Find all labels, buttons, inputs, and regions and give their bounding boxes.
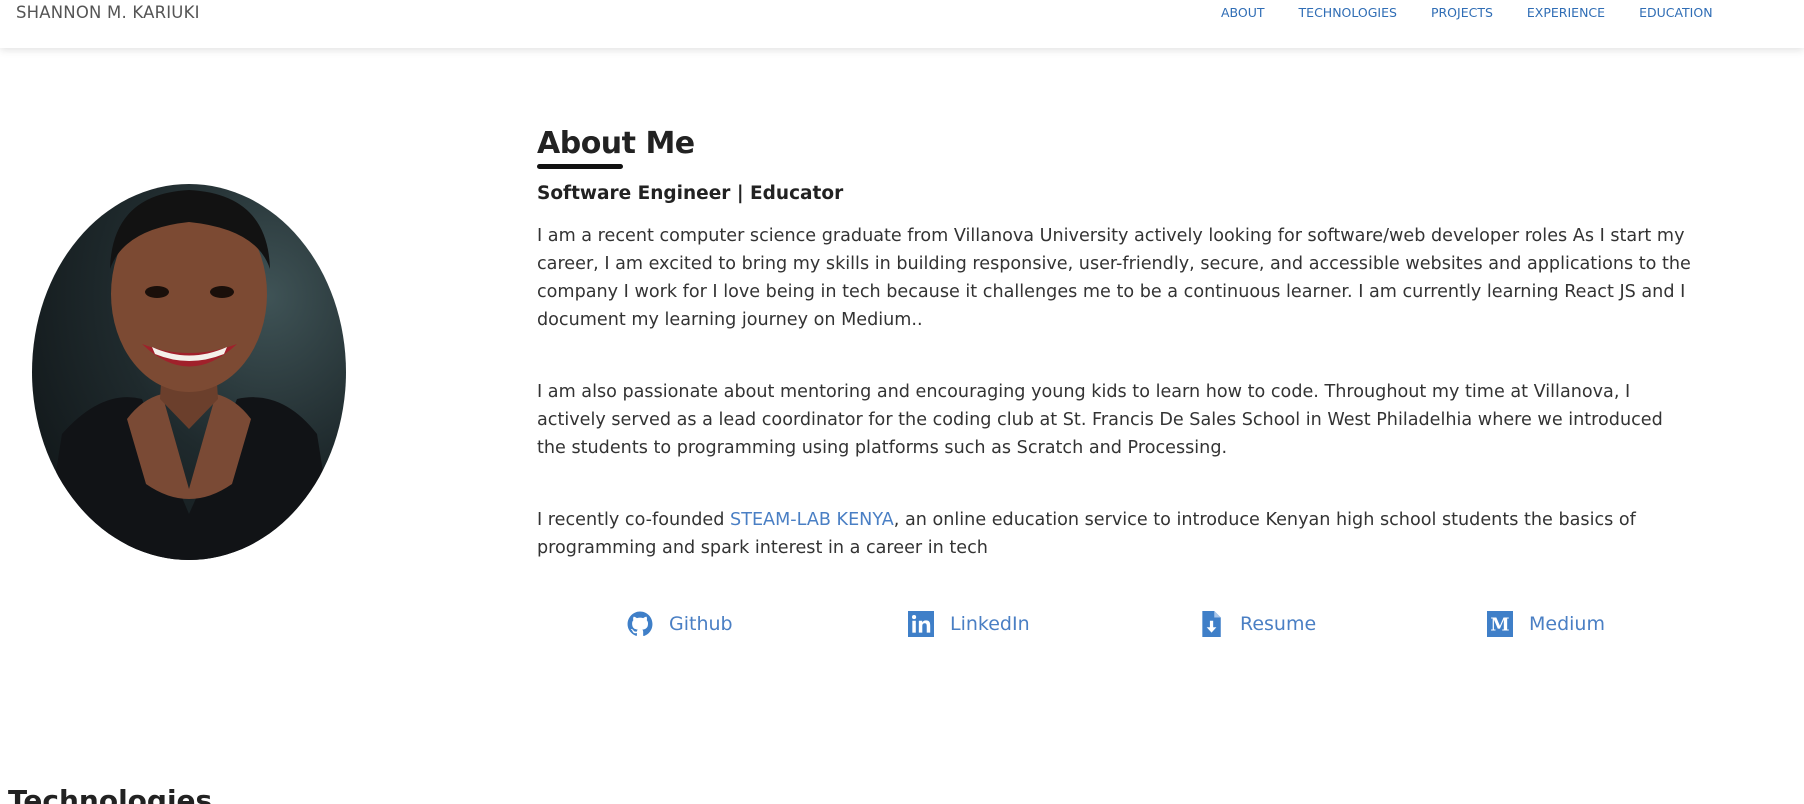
- linkedin-link[interactable]: LinkedIn: [908, 611, 1030, 637]
- para3-prefix: I recently co-founded: [537, 510, 731, 530]
- nav-link-about[interactable]: ABOUT: [1221, 5, 1265, 20]
- about-heading-text: About Me: [537, 126, 695, 161]
- nav-link-education[interactable]: EDUCATION: [1639, 5, 1713, 20]
- steam-lab-kenya-link[interactable]: STEAM-LAB KENYA: [730, 510, 894, 530]
- about-subtitle: Software Engineer | Educator: [537, 183, 844, 204]
- social-links: Github LinkedIn Resume M Medium: [0, 611, 1804, 645]
- github-link[interactable]: Github: [627, 611, 733, 637]
- github-icon: [627, 611, 653, 637]
- technologies-heading: Technologies: [8, 784, 213, 804]
- medium-label: Medium: [1529, 613, 1605, 635]
- about-section: About Me Software Engineer | Educator I …: [537, 126, 1697, 562]
- nav-link-experience[interactable]: EXPERIENCE: [1527, 5, 1605, 20]
- linkedin-icon: [908, 611, 934, 637]
- nav-link-technologies[interactable]: TECHNOLOGIES: [1299, 5, 1397, 20]
- linkedin-label: LinkedIn: [950, 613, 1030, 635]
- resume-link[interactable]: Resume: [1198, 611, 1316, 637]
- medium-icon: M: [1487, 611, 1513, 637]
- github-label: Github: [669, 613, 733, 635]
- about-paragraph-3: I recently co-founded STEAM-LAB KENYA, a…: [537, 506, 1697, 562]
- resume-label: Resume: [1240, 613, 1317, 635]
- nav-links: ABOUT TECHNOLOGIES PROJECTS EXPERIENCE E…: [1221, 5, 1747, 20]
- nav-link-projects[interactable]: PROJECTS: [1431, 5, 1493, 20]
- navbar: SHANNON M. KARIUKI ABOUT TECHNOLOGIES PR…: [0, 0, 1804, 48]
- profile-photo: [32, 184, 346, 560]
- about-heading: About Me: [537, 126, 695, 169]
- svg-text:M: M: [1490, 616, 1509, 636]
- about-paragraph-2: I am also passionate about mentoring and…: [537, 382, 1663, 458]
- about-paragraph-1: I am a recent computer science graduate …: [537, 226, 1691, 330]
- file-download-icon: [1202, 611, 1221, 637]
- portrait-illustration: [42, 190, 337, 560]
- brand-name[interactable]: SHANNON M. KARIUKI: [16, 3, 200, 22]
- medium-link[interactable]: M Medium: [1487, 611, 1605, 637]
- heading-underline: [537, 164, 623, 169]
